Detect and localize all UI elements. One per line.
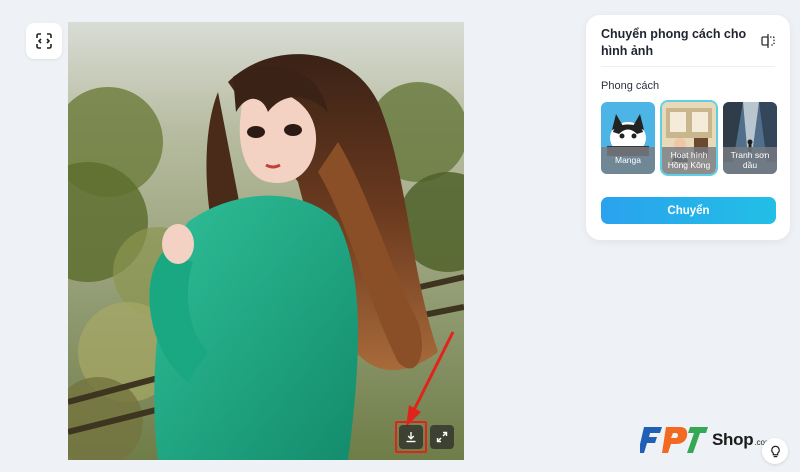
panel-divider — [601, 66, 775, 67]
crop-scan-icon — [36, 33, 52, 49]
style-options: Manga Hoạt hình Hồng Kông Tranh sơn dầu — [601, 100, 777, 176]
panel-title: Chuyển phong cách cho hình ảnh — [601, 27, 747, 58]
expand-icon — [436, 431, 448, 443]
compare-icon[interactable] — [760, 33, 776, 49]
style-option-label: Tranh sơn dầu — [723, 147, 777, 174]
crop-tool-button[interactable] — [26, 23, 62, 59]
lightbulb-icon — [770, 445, 780, 457]
style-option-label: Hoạt hình Hồng Kông — [662, 147, 716, 174]
style-transfer-panel: Chuyển phong cách cho hình ảnh Phong các… — [586, 15, 790, 240]
download-icon — [406, 432, 416, 443]
download-button[interactable] — [399, 425, 423, 449]
style-section-label: Phong cách — [601, 80, 660, 92]
style-option-manga[interactable]: Manga — [601, 102, 655, 174]
help-button[interactable] — [762, 438, 788, 464]
style-option-hk-cartoon[interactable]: Hoạt hình Hồng Kông — [660, 100, 718, 176]
fptshop-watermark: Shop .com.vn — [640, 421, 782, 459]
style-option-label: Manga — [601, 147, 655, 174]
convert-button[interactable]: Chuyển — [601, 197, 776, 224]
watermark-shop: Shop — [712, 430, 754, 449]
fpt-logo — [640, 427, 708, 453]
stylized-image — [68, 22, 464, 460]
style-option-oil-painting[interactable]: Tranh sơn dầu — [723, 102, 777, 174]
fullscreen-button[interactable] — [430, 425, 454, 449]
